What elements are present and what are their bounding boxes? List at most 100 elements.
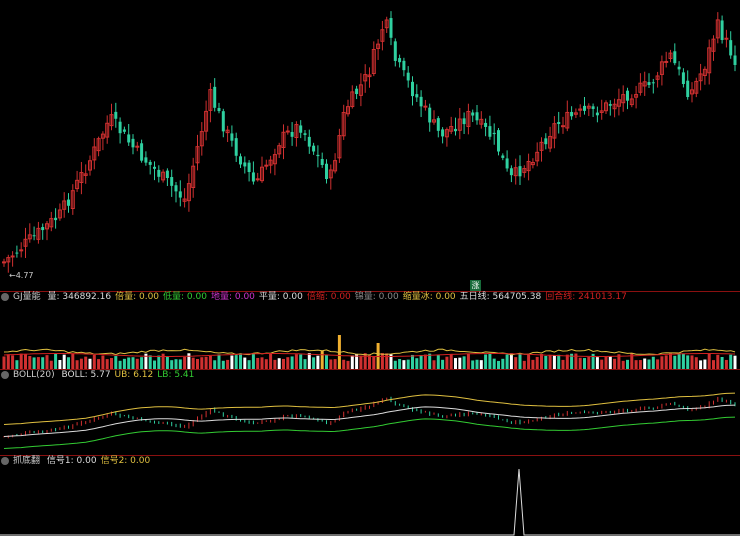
candlestick: [67, 193, 70, 213]
candlestick: [199, 122, 204, 156]
candlestick: [213, 78, 217, 112]
candlestick: [182, 188, 187, 208]
candlestick: [105, 115, 110, 144]
candlestick-chart[interactable]: [0, 0, 740, 290]
signal-badge: 涨: [470, 280, 481, 291]
volume-bar: [471, 360, 475, 369]
candlestick: [677, 61, 681, 76]
candlestick: [178, 180, 182, 207]
candlestick: [720, 15, 724, 44]
volume-bar: [110, 358, 113, 369]
volume-bar: [140, 357, 144, 369]
indicator-field: 倍缩: 0.00: [306, 292, 351, 302]
volume-bar: [626, 359, 629, 369]
candlestick: [337, 128, 342, 163]
volume-bar: [15, 360, 19, 369]
candlestick: [358, 73, 363, 107]
gj-indicator-name[interactable]: GJ量能: [13, 292, 41, 302]
candlestick: [186, 173, 191, 212]
volume-bar: [432, 360, 436, 369]
candlestick: [19, 242, 24, 258]
volume-bar: [243, 357, 247, 369]
volume-bar: [24, 354, 27, 369]
boll-indicator-name[interactable]: BOLL(20): [13, 370, 55, 380]
candlestick: [217, 102, 221, 114]
indicator-settings-icon[interactable]: [1, 292, 9, 301]
candlestick: [673, 43, 677, 66]
volume-bar: [19, 353, 23, 369]
volume-bar: [441, 359, 445, 369]
indicator-field: 信号2: 0.00: [100, 456, 151, 466]
signal-chart[interactable]: [0, 467, 740, 536]
candlestick: [626, 87, 629, 110]
volume-bar: [565, 354, 569, 369]
volume-bar: [492, 358, 496, 369]
candlestick: [573, 108, 578, 118]
candlestick: [616, 88, 621, 116]
volume-bar: [677, 353, 681, 369]
volume-bar: [402, 360, 406, 369]
volume-bar: [398, 359, 402, 369]
volume-bar: [49, 360, 53, 369]
volume-bar: [509, 353, 513, 369]
volume-bar: [488, 353, 492, 369]
indicator-settings-icon[interactable]: [1, 370, 9, 379]
volume-bar: [514, 357, 518, 369]
volume-bar: [656, 359, 660, 369]
volume-bar: [608, 356, 612, 369]
signal-indicator-name[interactable]: 抓底翻: [13, 456, 40, 466]
volume-bar: [578, 357, 582, 369]
volume-bar: [273, 359, 277, 369]
volume-chart[interactable]: [0, 303, 740, 369]
candlestick: [140, 139, 144, 163]
candlestick: [462, 112, 466, 134]
volume-bar: [703, 359, 707, 369]
volume-ma-line: [3, 348, 736, 356]
volume-bar: [664, 355, 668, 369]
candlestick: [243, 156, 247, 174]
candlestick: [376, 39, 381, 60]
volume-bar: [699, 360, 703, 369]
candlestick: [272, 148, 277, 176]
candlestick: [733, 45, 737, 72]
boll-chart[interactable]: [0, 381, 740, 454]
candlestick: [191, 157, 196, 198]
candlestick: [367, 67, 372, 88]
volume-bar: [239, 353, 242, 369]
candlestick: [651, 78, 655, 94]
volume-bar: [294, 354, 298, 369]
volume-bar: [36, 357, 40, 369]
candlestick: [436, 116, 440, 138]
volume-bar: [260, 357, 264, 369]
volume-bar: [479, 360, 483, 369]
volume-bar: [251, 354, 255, 369]
volume-bar: [217, 354, 221, 369]
volume-bar: [329, 359, 333, 369]
volume-bar: [475, 359, 479, 369]
volume-bar: [462, 356, 466, 369]
volume-bar: [196, 359, 199, 369]
volume-bar: [200, 357, 204, 369]
candlestick: [475, 105, 479, 125]
volume-bar: [393, 360, 397, 369]
volume-bar: [135, 358, 139, 369]
candlestick: [548, 126, 553, 153]
volume-bar: [290, 356, 294, 369]
candlestick: [664, 51, 669, 68]
volume-bar: [307, 353, 311, 369]
candlestick: [724, 29, 729, 48]
indicator-field: 量: 346892.16: [47, 292, 112, 302]
candlestick: [492, 123, 496, 145]
candlestick: [109, 103, 114, 131]
volume-bar: [600, 359, 604, 369]
volume-bar: [733, 355, 737, 369]
volume-bar: [148, 355, 152, 369]
candlestick: [45, 220, 49, 241]
candlestick: [570, 106, 574, 120]
volume-bar: [638, 360, 642, 369]
indicator-field: 低量: 0.00: [163, 292, 207, 302]
indicator-field: 锦量: 0.00: [354, 292, 399, 302]
indicator-settings-icon[interactable]: [1, 456, 9, 465]
candlestick: [530, 158, 535, 169]
candlestick: [406, 66, 410, 88]
